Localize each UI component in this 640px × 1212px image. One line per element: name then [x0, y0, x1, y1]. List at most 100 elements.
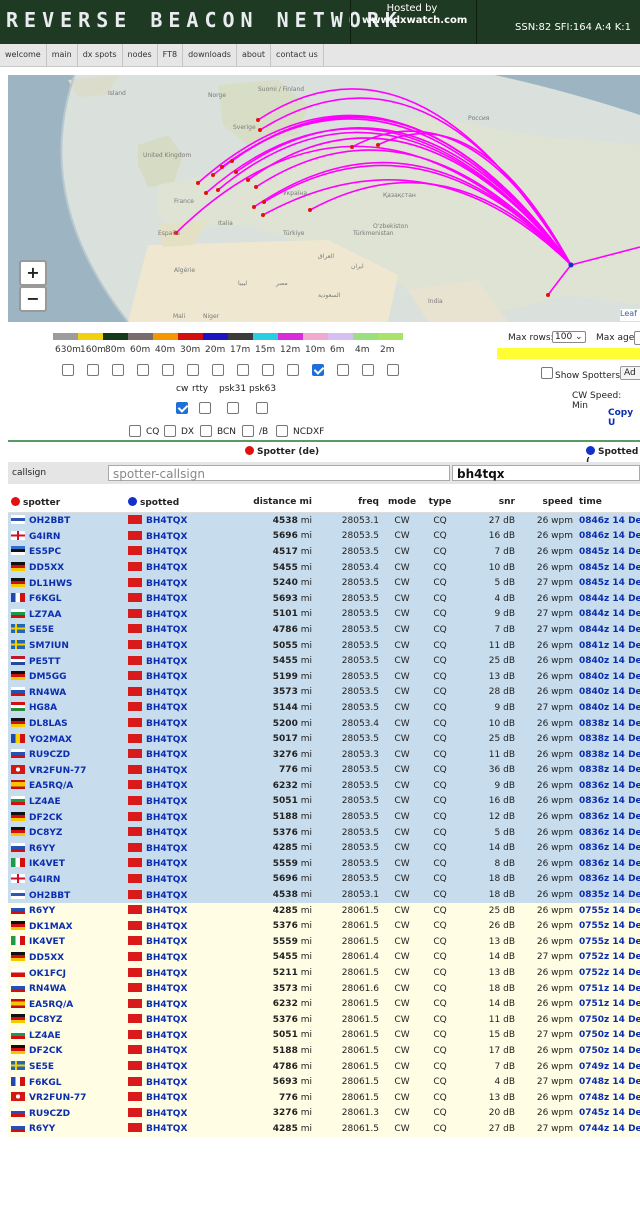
option-checkbox-dx[interactable] — [164, 425, 176, 437]
spotted-callsign[interactable]: BH4TQX — [146, 984, 187, 994]
spotter-cell[interactable]: RU9CZD — [8, 746, 125, 763]
band-checkbox-12m[interactable] — [287, 364, 299, 376]
spotter-cell[interactable]: LZ4AE — [8, 1027, 125, 1044]
time-cell[interactable]: 0752z 14 Dec — [576, 965, 640, 981]
spotter-cell[interactable]: DF2CK — [8, 1043, 125, 1059]
spotter-callsign[interactable]: DM5GG — [29, 672, 66, 682]
spotter-cell[interactable]: R6YY — [8, 840, 125, 857]
spotted-callsign[interactable]: BH4TQX — [146, 906, 187, 916]
band-checkbox-17m[interactable] — [237, 364, 249, 376]
spotted-callsign[interactable]: BH4TQX — [146, 953, 187, 963]
band-checkbox-6m[interactable] — [337, 364, 349, 376]
spotter-callsign[interactable]: OK1FCJ — [29, 969, 66, 979]
band-checkbox-60m[interactable] — [137, 364, 149, 376]
spotter-callsign[interactable]: DL1HWS — [29, 579, 72, 589]
spotter-callsign[interactable]: F6KGL — [29, 594, 62, 604]
spotted-callsign[interactable]: BH4TQX — [146, 750, 187, 760]
spotter-cell[interactable]: SE5E — [8, 622, 125, 638]
band-checkbox-80m[interactable] — [112, 364, 124, 376]
spotter-cell[interactable]: RN4WA — [8, 980, 125, 997]
spotter-callsign[interactable]: SE5E — [29, 1062, 54, 1072]
spotted-callsign[interactable]: BH4TQX — [146, 703, 187, 713]
time-cell[interactable]: 0845z 14 Dec — [576, 544, 640, 560]
spotted-callsign[interactable]: BH4TQX — [146, 969, 187, 979]
spotted-callsign[interactable]: BH4TQX — [146, 719, 187, 729]
spotter-cell[interactable]: OH2BBT — [8, 887, 125, 903]
spotter-cell[interactable]: DL1HWS — [8, 575, 125, 591]
spotted-cell[interactable]: BH4TQX — [125, 1105, 235, 1122]
spotted-callsign[interactable]: BH4TQX — [146, 735, 187, 745]
copy-url-link[interactable]: Copy U — [608, 408, 640, 428]
spotted-cell[interactable]: BH4TQX — [125, 793, 235, 810]
spotter-cell[interactable]: EA5RQ/A — [8, 778, 125, 794]
col-spotter[interactable]: spotter — [8, 492, 125, 513]
spotter-callsign[interactable]: EA5RQ/A — [29, 781, 73, 791]
map-canvas[interactable]: Island Norge Suomi / Finland Sverige Uni… — [8, 75, 640, 322]
spotter-cell[interactable]: G4IRN — [8, 871, 125, 888]
spotter-callsign[interactable]: DD5XX — [29, 953, 64, 963]
spotted-cell[interactable]: BH4TQX — [125, 684, 235, 701]
nav-downloads[interactable]: downloads — [183, 44, 237, 66]
spotter-callsign[interactable]: DL8LAS — [29, 719, 68, 729]
spotted-cell[interactable]: BH4TQX — [125, 668, 235, 685]
time-cell[interactable]: 0836z 14 Dec — [576, 856, 640, 872]
band-checkbox-4m[interactable] — [362, 364, 374, 376]
time-cell[interactable]: 0750z 14 Dec — [576, 1027, 640, 1044]
time-cell[interactable]: 0840z 14 Dec — [576, 668, 640, 685]
spotter-cell[interactable]: PE5TT — [8, 653, 125, 669]
spotter-callsign[interactable]: IK4VET — [29, 937, 65, 947]
spotted-cell[interactable]: BH4TQX — [125, 1089, 235, 1106]
col-distance[interactable]: distance mi — [235, 492, 315, 513]
spotter-cell[interactable]: G4IRN — [8, 528, 125, 545]
time-cell[interactable]: 0846z 14 Dec — [576, 512, 640, 529]
band-checkbox-630m[interactable] — [62, 364, 74, 376]
col-mode[interactable]: mode — [382, 492, 422, 513]
spotted-cell[interactable]: BH4TQX — [125, 622, 235, 638]
spotted-callsign[interactable]: BH4TQX — [146, 1093, 187, 1103]
time-cell[interactable]: 0838z 14 Dec — [576, 715, 640, 732]
spotted-cell[interactable]: BH4TQX — [125, 590, 235, 607]
spotted-cell[interactable]: BH4TQX — [125, 512, 235, 529]
spotter-cell[interactable]: R6YY — [8, 902, 125, 919]
spotted-callsign[interactable]: BH4TQX — [146, 657, 187, 667]
spotted-callsign[interactable]: BH4TQX — [146, 625, 187, 635]
spotted-callsign-input[interactable]: bh4tqx — [452, 465, 640, 481]
spotted-callsign[interactable]: BH4TQX — [146, 610, 187, 620]
spotter-cell[interactable]: OH2BBT — [8, 512, 125, 529]
spotter-cell[interactable]: VR2FUN-77 — [8, 762, 125, 779]
spotted-callsign[interactable]: BH4TQX — [146, 516, 187, 526]
spotter-callsign[interactable]: RU9CZD — [29, 1109, 70, 1119]
spotter-callsign[interactable]: SE5E — [29, 625, 54, 635]
band-checkbox-15m[interactable] — [262, 364, 274, 376]
spotted-cell[interactable]: BH4TQX — [125, 606, 235, 623]
spotter-cell[interactable]: F6KGL — [8, 1074, 125, 1090]
spot-map[interactable]: Island Norge Suomi / Finland Sverige Uni… — [8, 75, 640, 322]
time-cell[interactable]: 0835z 14 Dec — [576, 887, 640, 903]
spotter-cell[interactable]: DL8LAS — [8, 715, 125, 732]
col-type[interactable]: type — [422, 492, 458, 513]
spotted-callsign[interactable]: BH4TQX — [146, 922, 187, 932]
site-logo[interactable]: REVERSE BEACON NETWORK — [6, 8, 403, 32]
spotter-cell[interactable]: IK4VET — [8, 934, 125, 950]
time-cell[interactable]: 0749z 14 Dec — [576, 1058, 640, 1075]
option-checkbox-b[interactable] — [242, 425, 254, 437]
col-snr[interactable]: snr — [458, 492, 518, 513]
spotter-cell[interactable]: R6YY — [8, 1121, 125, 1137]
spotted-callsign[interactable]: BH4TQX — [146, 1062, 187, 1072]
spotter-cell[interactable]: SE5E — [8, 1058, 125, 1075]
spotter-callsign[interactable]: F6KGL — [29, 1078, 62, 1088]
spotter-callsign[interactable]: RU9CZD — [29, 750, 70, 760]
spotter-callsign[interactable]: DF2CK — [29, 1046, 62, 1056]
time-cell[interactable]: 0752z 14 Dec — [576, 949, 640, 966]
spotted-cell[interactable]: BH4TQX — [125, 1074, 235, 1090]
spotter-callsign[interactable]: DK1MAX — [29, 922, 73, 932]
time-cell[interactable]: 0841z 14 Dec — [576, 637, 640, 654]
show-spotters-checkbox[interactable] — [541, 367, 553, 379]
spotter-cell[interactable]: YO2MAX — [8, 731, 125, 747]
spotter-cell[interactable]: IK4VET — [8, 856, 125, 872]
mode-checkbox-cw[interactable] — [176, 402, 188, 414]
band-checkbox-20m[interactable] — [212, 364, 224, 376]
time-cell[interactable]: 0836z 14 Dec — [576, 840, 640, 857]
col-freq[interactable]: freq — [315, 492, 382, 513]
spotted-cell[interactable]: BH4TQX — [125, 1027, 235, 1044]
